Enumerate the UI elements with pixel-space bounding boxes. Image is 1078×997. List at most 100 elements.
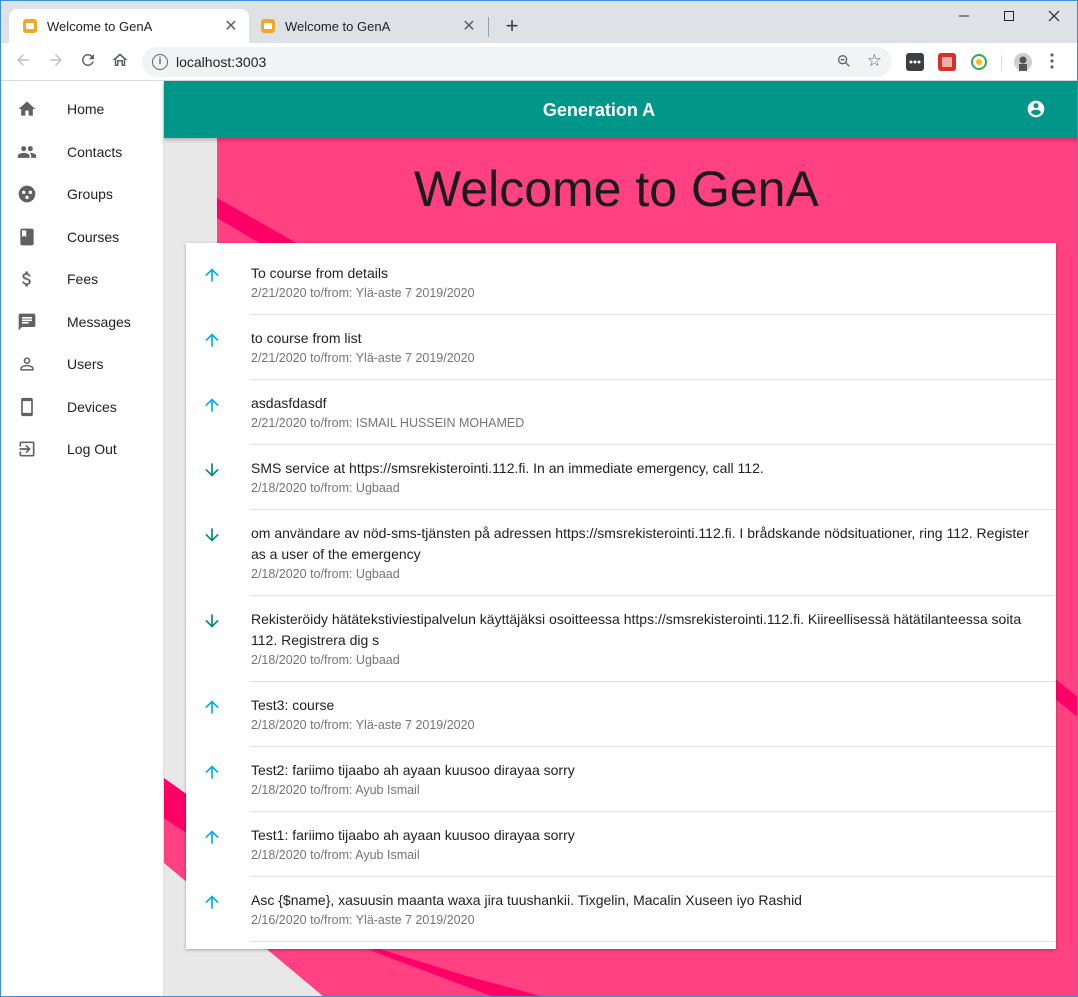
- arrow-up-icon: [205, 333, 219, 347]
- account-circle-icon[interactable]: [1026, 99, 1046, 119]
- divider: [250, 314, 1056, 315]
- minimize-button[interactable]: [941, 5, 987, 29]
- home-button[interactable]: [109, 51, 131, 73]
- sidebar-item-label: Courses: [67, 229, 120, 245]
- zoom-icon[interactable]: [836, 53, 852, 73]
- sidebar-item-fees[interactable]: Fees: [1, 258, 163, 300]
- message-meta: 2/18/2020 to/from: Ayub Ismail: [251, 783, 420, 797]
- messages-card: To course from details 2/21/2020 to/from…: [186, 243, 1056, 949]
- address-bar[interactable]: i localhost:3003 ☆: [142, 47, 892, 77]
- arrow-down-icon: [205, 528, 219, 542]
- divider: [250, 509, 1056, 510]
- tab-title: Welcome to GenA: [285, 18, 391, 34]
- sidebar: Home Contacts Groups Courses Fees Messag…: [1, 81, 164, 996]
- sidebar-item-contacts[interactable]: Contacts: [1, 131, 163, 173]
- dollar-icon: [17, 269, 37, 289]
- sidebar-item-home[interactable]: Home: [1, 88, 163, 130]
- sidebar-item-label: Contacts: [67, 144, 123, 160]
- arrow-up-icon: [205, 895, 219, 909]
- arrow-up-icon: [205, 398, 219, 412]
- sidebar-item-users[interactable]: Users: [1, 343, 163, 385]
- message-icon: [17, 312, 37, 332]
- page-title: Welcome to GenA: [414, 161, 819, 217]
- gena-favicon-icon: [23, 19, 37, 33]
- extension-circle-icon[interactable]: [970, 53, 988, 71]
- sidebar-item-label: Messages: [67, 314, 131, 330]
- message-meta: 2/18/2020 to/from: Ylä-aste 7 2019/2020: [251, 718, 475, 732]
- person-icon: [17, 354, 37, 374]
- divider: [250, 876, 1056, 877]
- divider: [250, 444, 1056, 445]
- tab-title: Welcome to GenA: [47, 18, 153, 34]
- tab-strip: Welcome to GenA ✕ Welcome to GenA ✕ +: [1, 1, 1077, 43]
- divider: [250, 379, 1056, 380]
- browser-menu-icon[interactable]: [1049, 52, 1055, 73]
- reload-icon: [81, 53, 94, 66]
- message-meta: 2/21/2020 to/from: Ylä-aste 7 2019/2020: [251, 351, 475, 365]
- maximize-icon: [1004, 11, 1014, 21]
- contacts-icon: [17, 142, 37, 162]
- message-text: asdasfdasdf: [251, 395, 327, 411]
- new-tab-button[interactable]: +: [501, 13, 523, 39]
- profile-avatar-icon[interactable]: [1014, 53, 1032, 71]
- sidebar-item-courses[interactable]: Courses: [1, 216, 163, 258]
- sidebar-item-label: Log Out: [67, 441, 117, 457]
- back-button[interactable]: [12, 51, 34, 73]
- home-icon: [17, 99, 37, 119]
- tab-active[interactable]: Welcome to GenA ✕: [9, 9, 249, 43]
- message-text: Test3: course: [251, 697, 335, 713]
- divider: [250, 746, 1056, 747]
- divider: [250, 681, 1056, 682]
- forward-arrow-icon: [50, 54, 62, 66]
- arrow-up-icon: [205, 268, 219, 282]
- message-meta: 2/18/2020 to/from: Ugbaad: [251, 653, 400, 667]
- message-meta: 2/18/2020 to/from: Ugbaad: [251, 567, 400, 581]
- close-window-button[interactable]: [1031, 5, 1077, 29]
- url-text[interactable]: localhost:3003: [176, 54, 266, 70]
- message-text: om användare av nöd-sms-tjänsten på adre…: [251, 525, 1029, 562]
- message-text: Test2: fariimo tijaabo ah ayaan kuusoo d…: [251, 762, 575, 778]
- main-content: Welcome to GenA To course from details 2…: [164, 138, 1077, 996]
- gena-favicon-icon: [261, 19, 275, 33]
- sidebar-item-devices[interactable]: Devices: [1, 386, 163, 428]
- arrow-up-icon: [205, 700, 219, 714]
- extension-red-icon[interactable]: [938, 53, 956, 71]
- toolbar-separator: [1001, 55, 1002, 71]
- arrow-up-icon: [205, 765, 219, 779]
- arrow-up-icon: [205, 830, 219, 844]
- info-icon[interactable]: i: [152, 54, 168, 70]
- extension-dots-icon[interactable]: [906, 53, 924, 71]
- message-meta: 2/16/2020 to/from: Ylä-aste 7 2019/2020: [251, 913, 475, 927]
- message-meta: 2/18/2020 to/from: Ugbaad: [251, 481, 400, 495]
- close-icon: [1048, 10, 1060, 22]
- tab-inactive[interactable]: Welcome to GenA ✕: [247, 9, 487, 43]
- sidebar-item-label: Users: [67, 356, 104, 372]
- bookmark-star-icon[interactable]: ☆: [867, 51, 882, 71]
- message-text: SMS service at https://smsrekisterointi.…: [251, 460, 764, 476]
- phone-icon: [17, 397, 37, 417]
- groups-icon: [17, 184, 37, 204]
- sidebar-item-logout[interactable]: Log Out: [1, 428, 163, 470]
- message-meta: 2/18/2020 to/from: Ayub Ismail: [251, 848, 420, 862]
- browser-window: Welcome to GenA ✕ Welcome to GenA ✕ + i …: [0, 0, 1078, 997]
- arrow-down-icon: [205, 463, 219, 477]
- app-root: Home Contacts Groups Courses Fees Messag…: [1, 81, 1077, 996]
- message-text: to course from list: [251, 330, 362, 346]
- minimize-icon: [959, 15, 969, 17]
- tab-close-icon[interactable]: ✕: [223, 16, 239, 36]
- sidebar-item-messages[interactable]: Messages: [1, 301, 163, 343]
- divider: [250, 595, 1056, 596]
- message-meta: 2/21/2020 to/from: ISMAIL HUSSEIN MOHAME…: [251, 416, 525, 430]
- back-arrow-icon: [17, 54, 29, 66]
- sidebar-item-label: Fees: [67, 271, 99, 287]
- sidebar-item-label: Groups: [67, 186, 113, 202]
- reload-button[interactable]: [77, 51, 99, 73]
- tab-close-icon[interactable]: ✕: [461, 16, 477, 36]
- sidebar-item-groups[interactable]: Groups: [1, 173, 163, 215]
- message-text: Rekisteröidy hätätekstiviestipalvelun kä…: [251, 611, 1022, 648]
- maximize-button[interactable]: [986, 5, 1032, 29]
- forward-button[interactable]: [45, 51, 67, 73]
- app-bar: Generation A: [164, 81, 1077, 138]
- sidebar-item-label: Devices: [67, 399, 117, 415]
- logout-icon: [17, 439, 37, 459]
